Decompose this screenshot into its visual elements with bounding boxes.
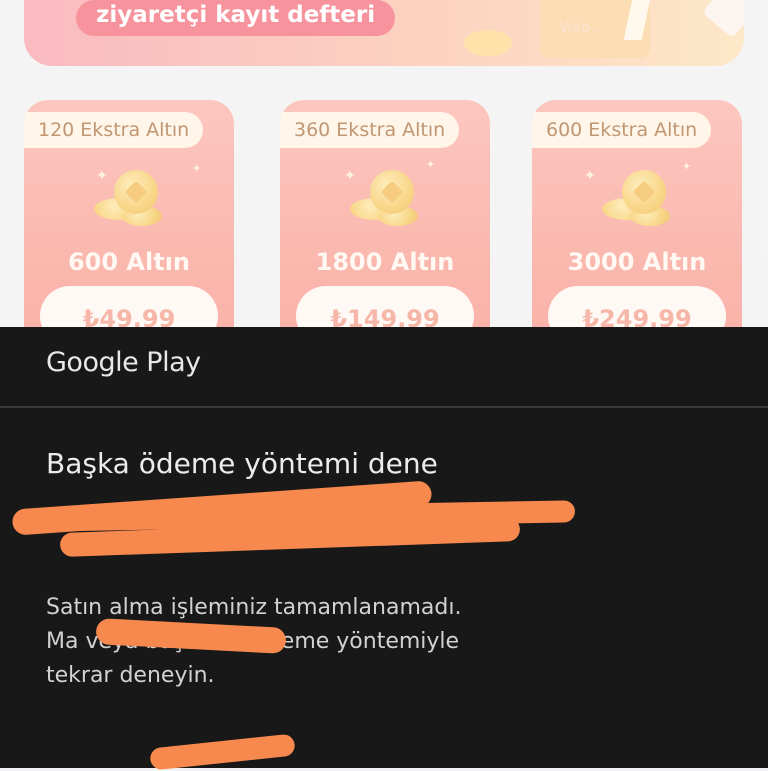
gold-coins-icon — [94, 170, 164, 234]
dialog-title: Başka ödeme yöntemi dene — [46, 447, 438, 480]
header-divider — [0, 406, 768, 408]
bonus-badge: 120 Ekstra Altın — [24, 112, 204, 148]
redaction-mark — [149, 733, 296, 771]
sparkle-icon: ✦ — [192, 162, 202, 175]
gold-amount: 3000 Altın — [567, 248, 707, 276]
message-line: tekrar deneyin. — [46, 663, 215, 688]
gold-coins-icon — [350, 170, 420, 234]
google-play-sheet: Google Play Başka ödeme yöntemi dene Sat… — [0, 327, 768, 771]
gift-illustration: Web... — [540, 0, 744, 66]
coin-icon — [464, 30, 512, 56]
bonus-badge: 360 Ekstra Altın — [280, 112, 460, 148]
sparkle-icon: ✦ — [426, 158, 436, 171]
bonus-badge: 600 Ekstra Altın — [532, 112, 712, 148]
sparkle-icon: ✦ — [682, 160, 692, 173]
gold-coins-icon — [602, 170, 672, 234]
promo-banner[interactable]: ziyaretçi kayıt defteri Web... — [24, 0, 744, 66]
banner-label: ziyaretçi kayıt defteri — [76, 0, 396, 36]
sparkle-icon: ✦ — [584, 168, 596, 184]
gold-amount: 600 Altın — [67, 248, 191, 276]
google-play-logo: Google Play — [46, 347, 201, 378]
banner-watermark: Web... — [560, 20, 604, 36]
gold-amount: 1800 Altın — [315, 248, 455, 276]
